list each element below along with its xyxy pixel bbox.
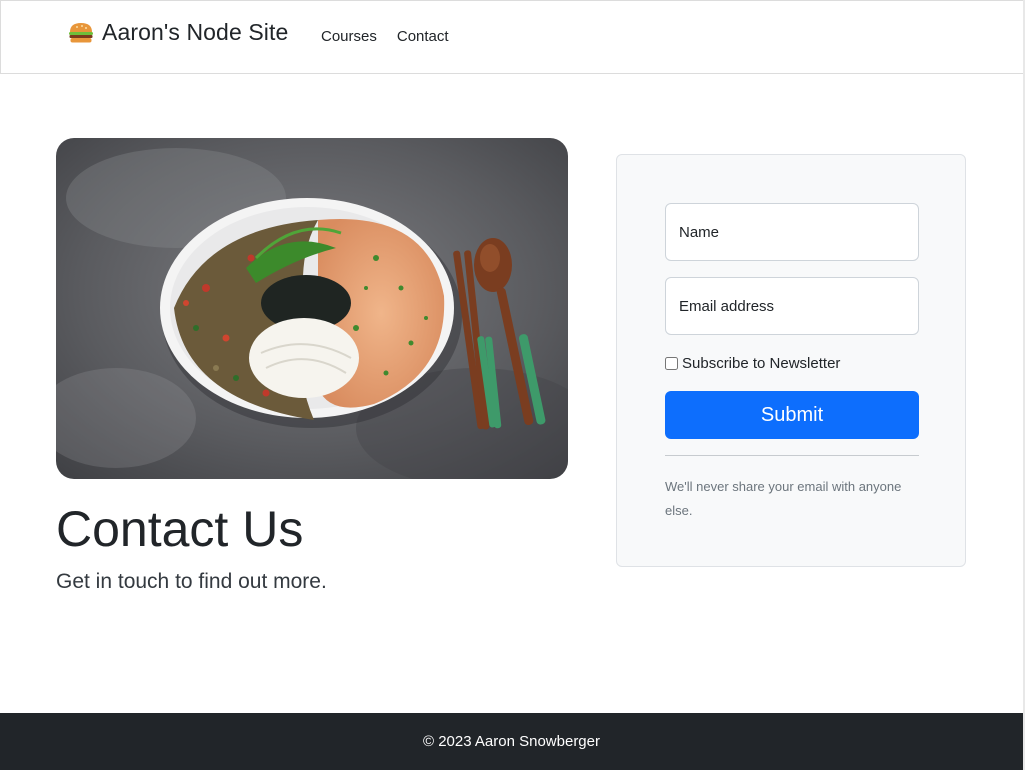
form-divider <box>665 455 919 456</box>
subscribe-label: Subscribe to Newsletter <box>682 355 841 372</box>
subscribe-row[interactable]: Subscribe to Newsletter <box>665 355 840 372</box>
hamburger-icon <box>68 22 94 44</box>
nav-menu: Courses Contact <box>321 28 449 45</box>
brand-link[interactable]: Aaron's Node Site <box>68 19 288 46</box>
email-input[interactable] <box>665 277 919 335</box>
footer: © 2023 Aaron Snowberger <box>0 713 1023 770</box>
privacy-note: We'll never share your email with anyone… <box>665 479 902 518</box>
brand-name: Aaron's Node Site <box>102 19 289 45</box>
submit-button[interactable]: Submit <box>665 391 919 439</box>
name-input[interactable] <box>665 203 919 261</box>
subscribe-checkbox[interactable] <box>665 357 678 370</box>
food-plate-image <box>56 138 568 479</box>
nav-link-courses[interactable]: Courses <box>321 28 377 45</box>
contact-form: Subscribe to Newsletter Submit We'll nev… <box>616 154 966 567</box>
page-subtitle: Get in touch to find out more. <box>56 570 327 593</box>
page-title: Contact Us <box>56 501 304 557</box>
footer-copyright: © 2023 Aaron Snowberger <box>422 733 600 750</box>
navbar: Aaron's Node Site Courses Contact <box>0 0 1025 74</box>
nav-link-contact[interactable]: Contact <box>397 28 449 45</box>
